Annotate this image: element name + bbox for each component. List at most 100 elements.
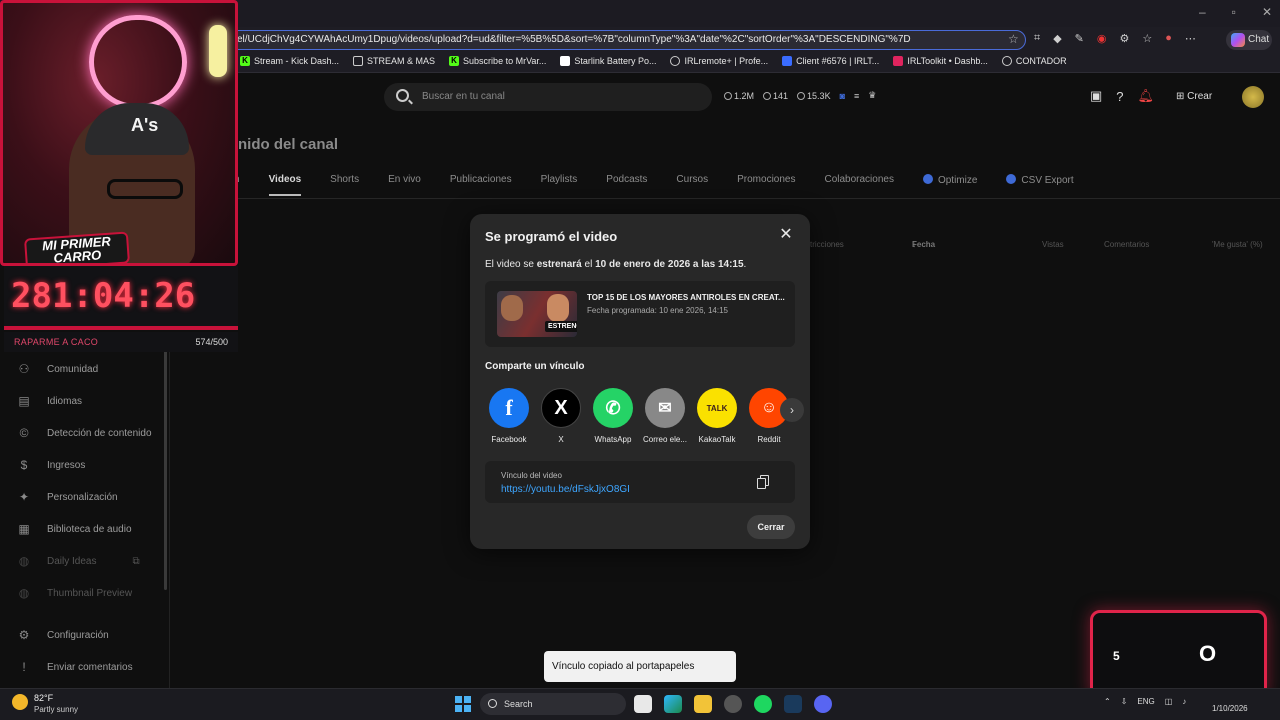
sidebar-item-earn[interactable]: $ Ingresos bbox=[17, 458, 86, 472]
bookmark-item[interactable]: STREAM & MAS bbox=[353, 56, 435, 66]
copy-icon[interactable] bbox=[757, 475, 771, 489]
tab-promotions[interactable]: Promociones bbox=[737, 174, 795, 186]
chevron-up-icon[interactable]: ⌃ bbox=[1104, 697, 1111, 706]
obs-icon[interactable] bbox=[724, 695, 742, 713]
minimize-icon[interactable]: – bbox=[1199, 5, 1206, 19]
file-explorer-icon[interactable] bbox=[694, 695, 712, 713]
email-icon: ✉ bbox=[645, 388, 685, 428]
puzzle-icon[interactable]: ⚙ bbox=[1120, 32, 1130, 45]
tab-courses[interactable]: Cursos bbox=[676, 174, 708, 186]
share-kakaotalk[interactable]: TALK KakaoTalk bbox=[687, 388, 747, 444]
sidebar-item-languages[interactable]: ▤ Idiomas bbox=[17, 394, 82, 408]
sidebar-item-audio-library[interactable]: ▦ Biblioteca de audio bbox=[17, 522, 131, 536]
favorites-icon[interactable]: ☆ bbox=[1142, 32, 1152, 45]
channel-search[interactable]: Buscar en tu canal bbox=[384, 83, 712, 111]
bookmark-item[interactable]: IRLToolkit • Dashb... bbox=[893, 56, 988, 66]
sidebar-item-feedback[interactable]: ! Enviar comentarios bbox=[17, 660, 132, 674]
video-thumbnail: ESTRENO bbox=[497, 291, 577, 337]
extension-icons[interactable]: ⌗ ◆ ✎ ◉ ⚙ ☆ ● ⋯ bbox=[1034, 32, 1196, 45]
studio-sidebar: ⚇ Comunidad ▤ Idiomas © Detección de conten… bbox=[0, 352, 170, 688]
tab-playlists[interactable]: Playlists bbox=[541, 174, 578, 186]
close-icon[interactable]: ✕ bbox=[777, 226, 795, 244]
sidebar-scrollbar[interactable] bbox=[164, 350, 167, 590]
share-whatsapp[interactable]: ✆ WhatsApp bbox=[583, 388, 643, 444]
col-likes[interactable]: 'Me gusta' (%) bbox=[1212, 240, 1263, 249]
stream-timer: 281:04:26 bbox=[4, 266, 238, 330]
edge-icon[interactable] bbox=[664, 695, 682, 713]
window-controls[interactable]: – ▫ ✕ bbox=[1199, 5, 1272, 19]
notifications-icon[interactable]: 🔔︎ bbox=[1138, 88, 1155, 104]
trophy-icon[interactable]: ♛ bbox=[868, 90, 876, 101]
list-icon[interactable]: ≡ bbox=[854, 91, 859, 101]
bookmark-item[interactable]: K Subscribe to MrVar... bbox=[449, 56, 546, 66]
network-icon[interactable]: ◫ bbox=[1165, 697, 1173, 706]
tab-csv-export[interactable]: CSV Export bbox=[1006, 174, 1074, 186]
video-link-box: Vínculo del video https://youtu.be/dFskJ… bbox=[485, 461, 795, 503]
col-views[interactable]: Vistas bbox=[1042, 240, 1064, 249]
sidebar-item-thumbnail-preview[interactable]: ◍ Thumbnail Preview bbox=[17, 586, 132, 600]
copilot-icon bbox=[1231, 33, 1245, 47]
share-email[interactable]: ✉ Correo ele... bbox=[635, 388, 695, 444]
more-icon[interactable]: ⋯ bbox=[1185, 32, 1196, 45]
facebook-icon: f bbox=[489, 388, 529, 428]
maximize-icon[interactable]: ▫ bbox=[1232, 5, 1236, 19]
sidebar-item-settings[interactable]: ⚙ Configuración bbox=[17, 628, 109, 642]
video-link[interactable]: https://youtu.be/dFskJjxO8GI bbox=[501, 484, 630, 495]
create-button[interactable]: ⊞ Crear bbox=[1176, 87, 1228, 107]
extension-icon[interactable]: ◉ bbox=[1097, 32, 1107, 45]
sidebar-item-daily-ideas[interactable]: ◍ Daily Ideas ⧉ bbox=[17, 554, 140, 568]
address-bar[interactable]: el/UCdjChVg4CYWAhAcUmy1Dpug/videos/uploa… bbox=[226, 30, 1026, 50]
share-x[interactable]: X X bbox=[531, 388, 591, 444]
col-comments[interactable]: Comentarios bbox=[1104, 240, 1149, 249]
extension-icon[interactable]: ◙ bbox=[840, 91, 845, 101]
messages-icon[interactable]: ▣ bbox=[1090, 88, 1102, 104]
language-indicator[interactable]: ENG bbox=[1137, 697, 1154, 706]
bookmark-item[interactable]: IRLremote+ | Profe... bbox=[670, 56, 768, 66]
toast-message: Vínculo copiado al portapapeles bbox=[544, 651, 736, 682]
tab-live[interactable]: En vivo bbox=[388, 174, 421, 186]
goal-label: RAPARME A CACO bbox=[14, 337, 99, 347]
tab-posts[interactable]: Publicaciones bbox=[450, 174, 512, 186]
sidebar-item-customization[interactable]: ✦ Personalización bbox=[17, 490, 118, 504]
bookmark-star-icon[interactable]: ☆ bbox=[1008, 32, 1019, 46]
bookmark-item[interactable]: Client #6576 | IRLT... bbox=[782, 56, 879, 66]
col-restrictions[interactable]: tricciones bbox=[810, 240, 844, 249]
bookmark-item[interactable]: Starlink Battery Po... bbox=[560, 56, 656, 66]
extension-icon[interactable]: ◆ bbox=[1053, 32, 1061, 45]
external-link-icon: ⧉ bbox=[132, 555, 140, 567]
copilot-chat-button[interactable]: Chat bbox=[1226, 30, 1272, 50]
sidebar-item-community[interactable]: ⚇ Comunidad bbox=[17, 362, 99, 376]
share-facebook[interactable]: f Facebook bbox=[479, 388, 539, 444]
close-button[interactable]: Cerrar bbox=[747, 515, 795, 539]
extension-icon[interactable]: ⌗ bbox=[1034, 32, 1040, 45]
volume-icon[interactable]: ♪ bbox=[1182, 697, 1186, 706]
stream-counter-overlay: 5 O bbox=[1090, 610, 1267, 698]
close-window-icon[interactable]: ✕ bbox=[1262, 5, 1272, 19]
sidebar-item-content-detection[interactable]: © Detección de contenido bbox=[17, 426, 152, 440]
discord-icon[interactable] bbox=[814, 695, 832, 713]
tab-optimize[interactable]: Optimize bbox=[922, 174, 977, 186]
chevron-right-icon[interactable]: › bbox=[780, 398, 804, 422]
tab-videos[interactable]: Videos bbox=[268, 174, 301, 196]
bookmark-item[interactable]: CONTADOR bbox=[1001, 56, 1067, 66]
profile-icon[interactable]: ● bbox=[1165, 32, 1172, 45]
goal-badge: MI PRIMER CARRO bbox=[24, 231, 130, 263]
start-button[interactable] bbox=[455, 696, 471, 712]
tab-shorts[interactable]: Shorts bbox=[330, 174, 359, 186]
col-date[interactable]: Fecha ↓ bbox=[912, 240, 935, 249]
tab-podcasts[interactable]: Podcasts bbox=[606, 174, 647, 186]
steam-icon[interactable] bbox=[784, 695, 802, 713]
task-view-icon[interactable] bbox=[634, 695, 652, 713]
clock-date[interactable]: 1/10/2026 bbox=[1212, 704, 1248, 713]
taskbar-search[interactable]: Search bbox=[480, 693, 626, 715]
spotify-icon[interactable] bbox=[754, 695, 772, 713]
goal-progress: 574/500 bbox=[195, 337, 228, 347]
tab-collaborations[interactable]: Colaboraciones bbox=[824, 174, 894, 186]
help-icon[interactable]: ? bbox=[1116, 89, 1123, 104]
extension-icon[interactable]: ✎ bbox=[1075, 32, 1084, 45]
download-icon[interactable]: ⇩ bbox=[1121, 697, 1128, 706]
bookmark-item[interactable]: K Stream - Kick Dash... bbox=[240, 56, 339, 66]
avatar[interactable] bbox=[1242, 86, 1264, 108]
taskbar-apps bbox=[634, 695, 832, 713]
premiere-badge: ESTRENO bbox=[545, 321, 577, 332]
